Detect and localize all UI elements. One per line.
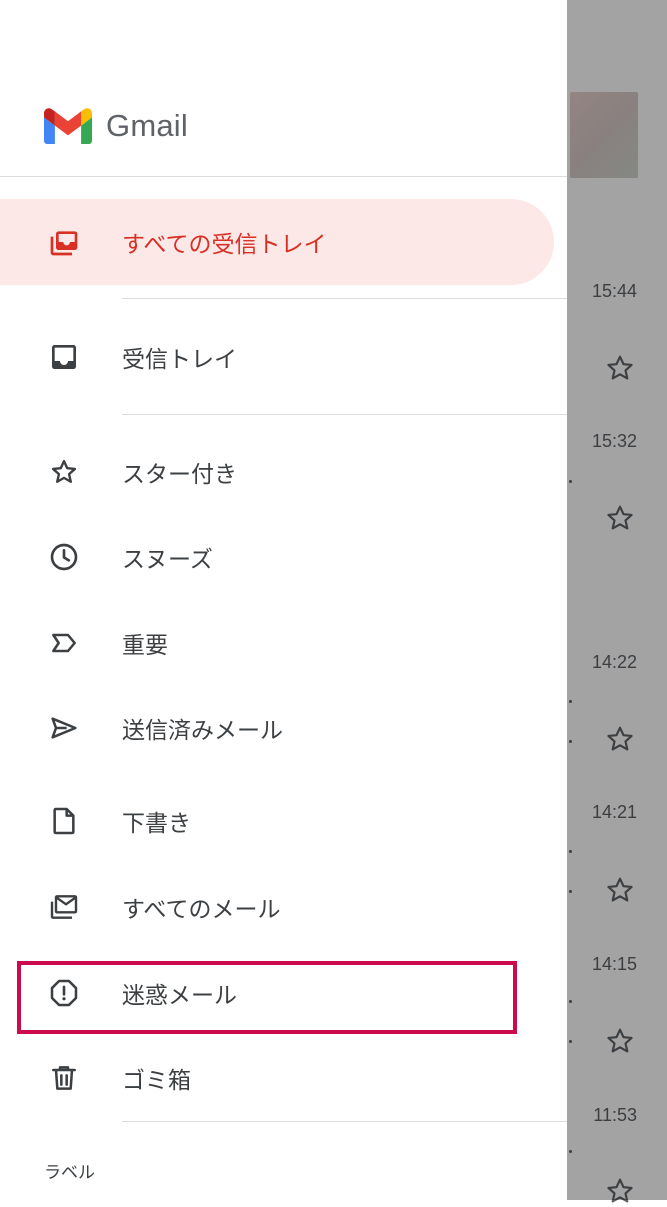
gmail-brand: Gmail <box>44 104 188 148</box>
nav-item-label: スヌーズ <box>122 547 213 573</box>
app-name: Gmail <box>106 108 188 143</box>
navigation-drawer: Gmail すべての受信トレイ 受信トレイ スター付き スヌーズ 重要 送信済み… <box>0 0 567 1200</box>
nav-item-sent[interactable]: 送信済みメール <box>0 685 567 771</box>
divider <box>122 1121 567 1122</box>
nav-item-important[interactable]: 重要 <box>0 600 567 686</box>
divider <box>122 414 567 415</box>
nav-item-label: 受信トレイ <box>122 347 237 373</box>
all-inboxes-icon <box>46 224 82 260</box>
nav-item-label: スター付き <box>122 462 237 488</box>
send-icon <box>46 710 82 746</box>
all-mail-icon <box>46 889 82 925</box>
nav-item-snoozed[interactable]: スヌーズ <box>0 514 567 600</box>
labels-section-header: ラベル <box>44 1163 95 1183</box>
nav-item-drafts[interactable]: 下書き <box>0 778 567 864</box>
nav-item-trash[interactable]: ゴミ箱 <box>0 1035 567 1121</box>
gmail-logo-icon <box>44 108 92 144</box>
highlight-annotation-box <box>17 961 517 1034</box>
draft-icon <box>46 803 82 839</box>
nav-item-label: すべてのメール <box>122 897 281 923</box>
nav-item-label: すべての受信トレイ <box>122 232 327 258</box>
nav-item-all-mail[interactable]: すべてのメール <box>0 864 567 950</box>
nav-item-label: 重要 <box>122 633 168 659</box>
nav-item-starred[interactable]: スター付き <box>0 429 567 515</box>
divider <box>122 298 567 299</box>
nav-item-all-inboxes[interactable]: すべての受信トレイ <box>0 199 554 285</box>
inbox-icon <box>46 339 82 375</box>
nav-item-label: 送信済みメール <box>122 718 283 744</box>
clock-icon <box>46 539 82 575</box>
trash-icon <box>46 1060 82 1096</box>
divider <box>0 176 567 177</box>
nav-item-label: 下書き <box>122 811 191 837</box>
label-important-icon <box>46 625 82 661</box>
star-icon <box>46 454 82 490</box>
nav-item-inbox[interactable]: 受信トレイ <box>0 314 567 400</box>
nav-item-label: ゴミ箱 <box>122 1068 191 1094</box>
